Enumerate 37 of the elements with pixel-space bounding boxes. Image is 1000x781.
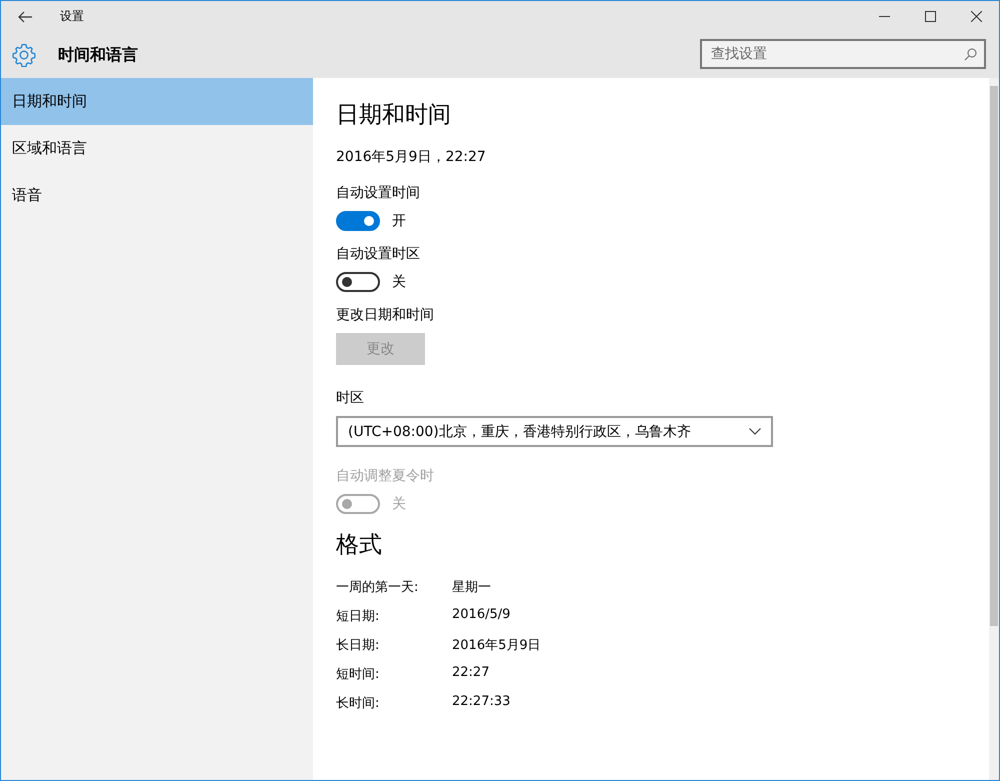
- toggle-switch[interactable]: [336, 211, 380, 231]
- setting-label: 时区: [336, 389, 365, 407]
- format-value: 22:27: [452, 665, 490, 682]
- setting-label: 自动设置时区: [336, 245, 421, 263]
- format-label: 长时间:: [336, 695, 380, 712]
- maximize-icon[interactable]: [925, 11, 936, 22]
- back-arrow-icon[interactable]: [18, 10, 32, 22]
- search-icon[interactable]: [964, 48, 977, 61]
- sidebar-item[interactable]: 语音: [1, 172, 313, 219]
- sidebar-item[interactable]: 区域和语言: [1, 125, 313, 172]
- toggle-state: 关: [392, 273, 406, 291]
- format-value: 2016年5月9日: [452, 637, 542, 654]
- scrollbar[interactable]: [989, 78, 999, 780]
- settings-gear-icon: [12, 43, 36, 67]
- timezone-dropdown[interactable]: (UTC+08:00)北京，重庆，香港特别行政区，乌鲁木齐: [336, 416, 773, 447]
- window-title: 设置: [60, 8, 84, 25]
- format-value: 2016/5/9: [452, 607, 512, 624]
- setting-label: 更改日期和时间: [336, 306, 435, 324]
- page-title: 时间和语言: [58, 44, 138, 66]
- sidebar-item[interactable]: 日期和时间: [1, 78, 313, 125]
- search-field[interactable]: 查找设置: [700, 39, 986, 69]
- close-icon[interactable]: [971, 11, 982, 22]
- toggle-state: 开: [392, 212, 406, 230]
- chevron-down-icon: [749, 428, 761, 435]
- section-heading: 格式: [336, 531, 383, 560]
- toggle-switch[interactable]: [336, 272, 380, 292]
- format-label: 短时间:: [336, 666, 380, 683]
- format-label: 长日期:: [336, 637, 380, 654]
- format-label: 一周的第一天:: [336, 579, 420, 596]
- section-heading: 日期和时间: [336, 101, 452, 130]
- format-value: 星期一: [452, 579, 492, 596]
- setting-label: 自动设置时间: [336, 184, 421, 202]
- toggle-state: 关: [392, 495, 406, 513]
- format-value: 22:27:33: [452, 694, 512, 711]
- format-label: 短日期:: [336, 608, 380, 625]
- current-date-time: 2016年5月9日，22:27: [336, 148, 487, 166]
- setting-label: 自动调整夏令时: [336, 467, 435, 485]
